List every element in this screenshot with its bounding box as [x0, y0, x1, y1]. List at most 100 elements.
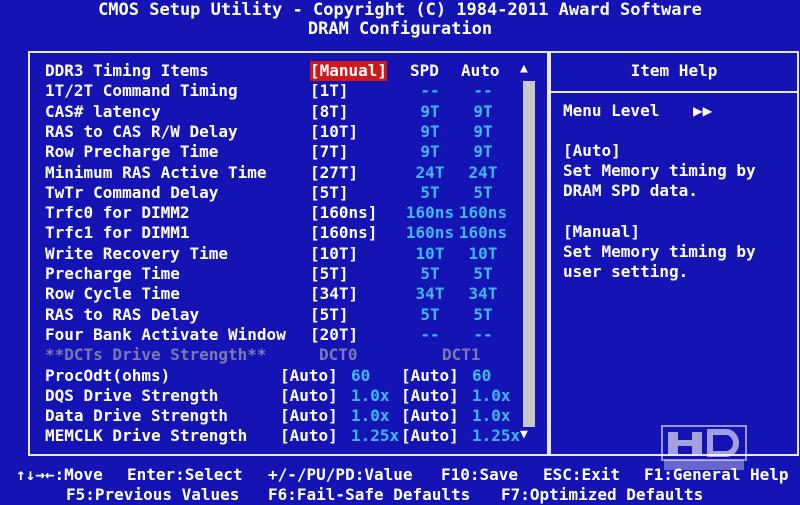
hint-move: ↑↓→←:Move	[16, 465, 103, 484]
setting-value[interactable]: [160ns]	[310, 223, 377, 243]
setting-value[interactable]: [5T]	[310, 305, 349, 325]
dct0-current-value: 1.25x	[351, 426, 400, 445]
help-manual-text-2: user setting.	[563, 262, 689, 281]
setting-row[interactable]: 1T/2T Command Timing [1T] -- --	[45, 81, 535, 101]
dct-header-label: **DCTs Drive Strength**	[45, 345, 267, 364]
setting-value[interactable]: [7T]	[310, 142, 349, 162]
dct0-header: DCT0	[319, 345, 358, 364]
scroll-down-icon[interactable]: ▼	[520, 428, 528, 442]
auto-value: 9T	[473, 142, 493, 161]
setting-row[interactable]: Minimum RAS Active Time [27T] 24T 24T	[45, 163, 535, 183]
window-title: CMOS Setup Utility - Copyright (C) 1984-…	[98, 0, 702, 20]
dct1-setting-value[interactable]: [Auto]	[401, 366, 459, 386]
auto-value: 5T	[473, 305, 493, 324]
setting-label: Minimum RAS Active Time	[45, 163, 267, 182]
dct0-setting-value[interactable]: [Auto]	[280, 426, 338, 446]
setting-label: CAS# latency	[45, 102, 161, 121]
setting-row[interactable]: Row Precharge Time [7T] 9T 9T	[45, 142, 535, 162]
setting-value[interactable]: [10T]	[310, 122, 358, 142]
setting-label: Row Precharge Time	[45, 142, 219, 161]
scrollbar[interactable]	[523, 81, 535, 427]
setting-label: Trfc0 for DIMM2	[45, 203, 190, 222]
dct0-setting-value[interactable]: [Auto]	[280, 366, 338, 386]
setting-value[interactable]: [34T]	[310, 284, 358, 304]
setting-row[interactable]: Trfc1 for DIMM1 [160ns] 160ns 160ns	[45, 223, 535, 243]
dct0-current-value: 1.0x	[351, 386, 390, 405]
auto-value: 160ns	[458, 203, 508, 222]
setting-label: MEMCLK Drive Strength	[45, 426, 248, 445]
spd-value: 9T	[420, 122, 440, 141]
setting-value[interactable]: [5T]	[310, 183, 349, 203]
setting-label: 1T/2T Command Timing	[45, 81, 238, 100]
dct1-setting-value[interactable]: [Auto]	[401, 386, 459, 406]
hint-exit: ESC:Exit	[543, 465, 621, 484]
help-auto-title: [Auto]	[563, 141, 621, 160]
setting-row[interactable]: RAS to RAS Delay [5T] 5T 5T	[45, 305, 535, 325]
setting-value[interactable]: [Manual]	[310, 61, 388, 81]
scroll-up-icon[interactable]: ▲	[520, 62, 528, 76]
setting-label: TwTr Command Delay	[45, 183, 219, 202]
setting-value[interactable]: [20T]	[310, 325, 358, 345]
dct-setting-row[interactable]: DQS Drive Strength [Auto] 1.0x [Auto] 1.0x	[45, 386, 535, 406]
setting-value[interactable]: [8T]	[310, 102, 349, 122]
setting-label: Precharge Time	[45, 264, 180, 283]
setting-label: RAS to CAS R/W Delay	[45, 122, 238, 141]
setting-label: ProcOdt(ohms)	[45, 366, 171, 385]
auto-value: 24T	[468, 163, 498, 182]
dct0-setting-value[interactable]: [Auto]	[280, 386, 338, 406]
page-title: DRAM Configuration	[307, 19, 493, 39]
setting-label: Trfc1 for DIMM1	[45, 223, 190, 242]
dct1-current-value: 1.0x	[472, 406, 511, 425]
help-divider	[549, 91, 799, 93]
help-manual-text-1: Set Memory timing by	[563, 242, 756, 261]
setting-label: DQS Drive Strength	[45, 386, 219, 405]
dct0-current-value: 60	[351, 366, 371, 385]
setting-value[interactable]: [160ns]	[310, 203, 377, 223]
spd-value: 9T	[420, 102, 440, 121]
spd-value: 5T	[420, 264, 440, 283]
auto-value: 10T	[468, 244, 498, 263]
setting-value[interactable]: [10T]	[310, 244, 358, 264]
dct1-setting-value[interactable]: [Auto]	[401, 406, 459, 426]
menu-level-label: Menu Level	[563, 101, 660, 120]
setting-row[interactable]: DDR3 Timing Items [Manual]	[45, 61, 535, 81]
dct0-current-value: 1.0x	[351, 406, 390, 425]
setting-row[interactable]: Write Recovery Time [10T] 10T 10T	[45, 244, 535, 264]
dct1-setting-value[interactable]: [Auto]	[401, 426, 459, 446]
setting-label: Write Recovery Time	[45, 244, 229, 263]
auto-value: 9T	[473, 102, 493, 121]
spd-value: 5T	[420, 183, 440, 202]
help-auto-text-1: Set Memory timing by	[563, 161, 756, 180]
hint-help: F1:General Help	[644, 465, 789, 484]
dct1-current-value: 60	[472, 366, 492, 385]
setting-row[interactable]: TwTr Command Delay [5T] 5T 5T	[45, 183, 535, 203]
spd-value: 5T	[420, 305, 440, 324]
auto-value: 5T	[473, 264, 493, 283]
setting-row[interactable]: Precharge Time [5T] 5T 5T	[45, 264, 535, 284]
setting-row[interactable]: Four Bank Activate Window [20T] -- --	[45, 325, 535, 345]
help-manual-title: [Manual]	[563, 222, 641, 241]
setting-label: DDR3 Timing Items	[45, 61, 209, 80]
setting-row[interactable]: Trfc0 for DIMM2 [160ns] 160ns 160ns	[45, 203, 535, 223]
dct-setting-row[interactable]: ProcOdt(ohms) [Auto] 60 [Auto] 60	[45, 366, 535, 386]
setting-value[interactable]: [5T]	[310, 264, 349, 284]
help-auto-text-2: DRAM SPD data.	[563, 181, 698, 200]
spd-value: 160ns	[405, 203, 455, 222]
setting-label: Data Drive Strength	[45, 406, 229, 425]
setting-value[interactable]: [1T]	[310, 81, 349, 101]
dct1-current-value: 1.25x	[472, 426, 521, 445]
spd-value: 160ns	[405, 223, 455, 242]
setting-row[interactable]: RAS to CAS R/W Delay [10T] 9T 9T	[45, 122, 535, 142]
setting-label: Four Bank Activate Window	[45, 325, 286, 344]
hint-failsafe-defaults: F6:Fail-Safe Defaults	[268, 485, 471, 504]
setting-label: Row Cycle Time	[45, 284, 180, 303]
dct1-current-value: 1.0x	[472, 386, 511, 405]
dct0-setting-value[interactable]: [Auto]	[280, 406, 338, 426]
dct-setting-row[interactable]: Data Drive Strength [Auto] 1.0x [Auto] 1.0x	[45, 406, 535, 426]
spd-value: 9T	[420, 142, 440, 161]
setting-row[interactable]: CAS# latency [8T] 9T 9T	[45, 102, 535, 122]
setting-value[interactable]: [27T]	[310, 163, 358, 183]
hint-optimized-defaults: F7:Optimized Defaults	[501, 485, 704, 504]
setting-row[interactable]: Row Cycle Time [34T] 34T 34T	[45, 284, 535, 304]
dct-setting-row[interactable]: MEMCLK Drive Strength [Auto] 1.25x [Auto] 1.…	[45, 426, 535, 446]
